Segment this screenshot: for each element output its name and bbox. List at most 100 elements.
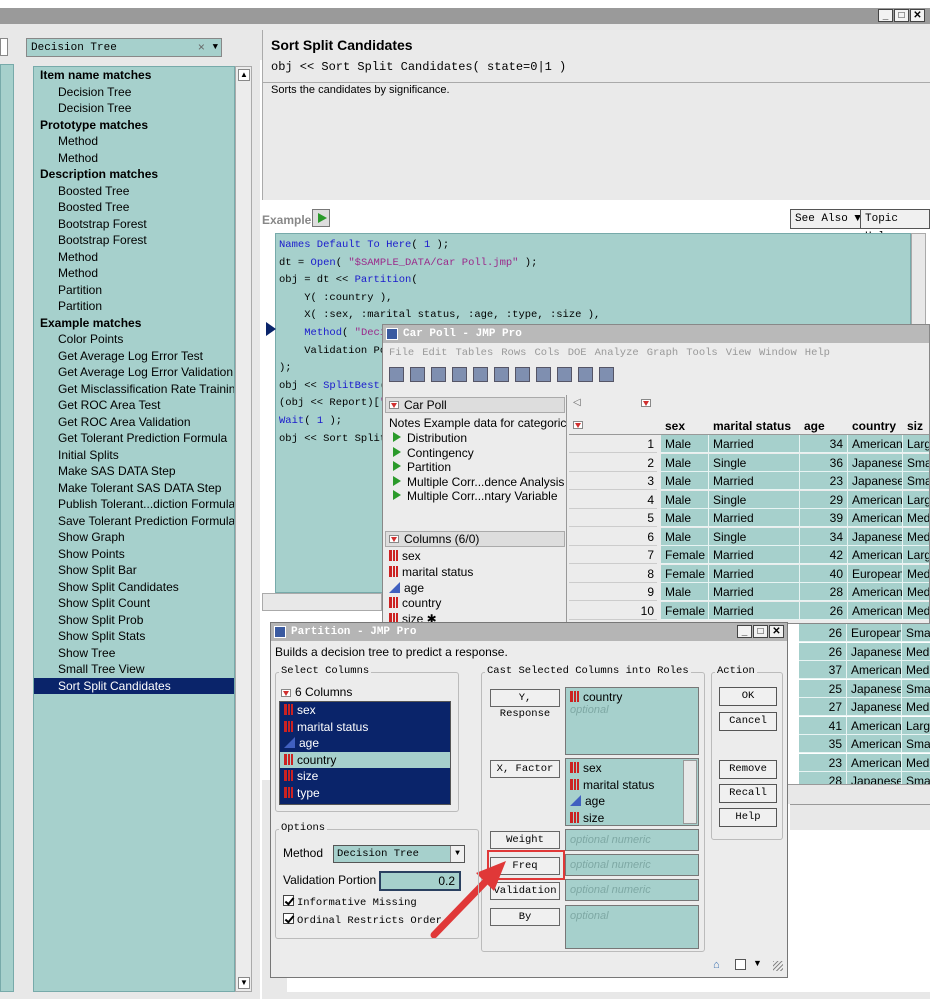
table-cell[interactable]: Medi <box>902 698 930 716</box>
table-cell[interactable]: 40 <box>800 564 848 583</box>
table-cell[interactable]: American <box>847 753 902 772</box>
table-cell[interactable]: Large <box>903 546 929 564</box>
table-cell[interactable]: 28 <box>800 583 848 601</box>
table-cell[interactable]: Married <box>709 564 800 583</box>
help-button[interactable]: Help <box>719 808 777 827</box>
table-cell[interactable]: American <box>847 735 902 753</box>
menu-graph[interactable]: Graph <box>647 347 679 359</box>
table-cell[interactable]: American <box>847 661 902 679</box>
table-cell[interactable]: American <box>848 435 903 453</box>
menu-analyze[interactable]: Analyze <box>595 347 639 359</box>
table-cell[interactable]: Medi <box>903 564 929 583</box>
index-item[interactable]: Small Tree View <box>34 661 234 678</box>
table-cell[interactable]: American <box>848 601 903 620</box>
disclosure-icon[interactable] <box>389 401 399 409</box>
table-cell[interactable]: American <box>848 490 903 509</box>
table-cell[interactable]: Male <box>661 583 709 601</box>
grid-column-header[interactable]: sex <box>665 419 685 433</box>
table-cell[interactable]: 35 <box>799 735 847 753</box>
home-icon[interactable]: ⌂ <box>713 959 720 971</box>
row-number[interactable]: 6 <box>569 527 657 546</box>
save-icon[interactable] <box>431 367 446 382</box>
menu-cols[interactable]: Cols <box>534 347 559 359</box>
row-number[interactable]: 5 <box>569 509 657 527</box>
table-cell[interactable]: Large <box>903 490 929 509</box>
index-item[interactable]: Show Split Candidates <box>34 579 234 596</box>
table-script[interactable]: Multiple Corr...dence Analysis <box>389 475 564 489</box>
x-factor-scrollbar[interactable] <box>683 760 697 824</box>
column-item[interactable]: country <box>389 596 441 610</box>
dialog-maximize-button[interactable]: □ <box>753 625 768 638</box>
row-number[interactable]: 8 <box>569 564 657 583</box>
table-cell[interactable]: Japanese <box>847 679 902 698</box>
table-cell[interactable]: 36 <box>800 453 848 472</box>
run-script-icon[interactable] <box>393 461 401 471</box>
table-cell[interactable]: Small <box>903 453 929 472</box>
weight-button[interactable]: Weight <box>490 831 560 849</box>
index-scrollbar[interactable]: ▲ ▼ <box>235 66 252 992</box>
column-item[interactable]: sex <box>389 549 421 563</box>
table-cell[interactable]: American <box>848 509 903 527</box>
index-item[interactable]: Decision Tree <box>34 84 234 101</box>
validation-box[interactable]: optional numeric <box>565 879 699 901</box>
index-item[interactable]: Get ROC Area Test <box>34 397 234 414</box>
red-triangle-icon[interactable] <box>641 399 651 407</box>
collapsed-panel-box[interactable] <box>0 38 8 56</box>
grid-column-header[interactable]: country <box>852 419 896 433</box>
table-cell[interactable]: Married <box>709 601 800 620</box>
table-cell[interactable]: Female <box>661 601 709 620</box>
table-script[interactable]: Distribution <box>389 431 467 445</box>
run-example-icon[interactable] <box>312 209 330 227</box>
index-item[interactable]: Bootstrap Forest <box>34 232 234 249</box>
row-number[interactable]: 2 <box>569 453 657 472</box>
table-icon[interactable] <box>536 367 551 382</box>
table-cell[interactable]: 26 <box>799 624 847 642</box>
index-item[interactable]: Make SAS DATA Step <box>34 463 234 480</box>
run-script-icon[interactable] <box>393 432 401 442</box>
table-cell[interactable]: Japanese <box>847 698 902 716</box>
table-script[interactable]: Contingency <box>389 446 474 460</box>
table-cell[interactable]: Male <box>661 435 709 453</box>
weight-box[interactable]: optional numeric <box>565 829 699 851</box>
menu-window[interactable]: Window <box>759 347 797 359</box>
index-item[interactable]: Show Split Count <box>34 595 234 612</box>
table-cell[interactable]: Medi <box>903 527 929 546</box>
index-item[interactable]: Show Split Prob <box>34 612 234 629</box>
index-item[interactable]: Show Points <box>34 546 234 563</box>
x-factor-box[interactable]: sex marital status age size <box>565 758 699 826</box>
index-item[interactable]: Decision Tree <box>34 100 234 117</box>
table-cell[interactable]: European <box>848 564 903 583</box>
y-response-box[interactable]: country optional <box>565 687 699 755</box>
table-cell[interactable]: 34 <box>800 435 848 453</box>
window-list-icon[interactable] <box>735 959 746 970</box>
collapse-triangle-icon[interactable]: ◁ <box>573 397 581 408</box>
index-item[interactable]: Show Split Stats <box>34 628 234 645</box>
table-cell[interactable]: European <box>847 624 902 642</box>
x-role-item[interactable]: age <box>570 794 694 811</box>
index-item[interactable]: Get ROC Area Validation <box>34 414 234 431</box>
index-item[interactable]: Sort Split Candidates <box>34 677 234 694</box>
index-item[interactable]: Method <box>34 150 234 167</box>
table-cell[interactable]: American <box>848 546 903 564</box>
index-item[interactable]: Get Misclassification Rate Training <box>34 381 234 398</box>
table-cell[interactable]: Medi <box>903 601 929 620</box>
row-number[interactable]: 3 <box>569 472 657 490</box>
index-item[interactable]: Bootstrap Forest <box>34 216 234 233</box>
table-cell[interactable]: Married <box>709 583 800 601</box>
x-factor-button[interactable]: X, Factor <box>490 760 560 778</box>
table-cell[interactable]: Male <box>661 453 709 472</box>
table-cell[interactable]: Japanese <box>848 453 903 472</box>
run-script-icon[interactable] <box>393 490 401 500</box>
scroll-up-icon[interactable]: ▲ <box>238 69 250 81</box>
table-cell[interactable]: Male <box>661 472 709 490</box>
table-cell[interactable]: American <box>847 716 902 735</box>
table-cell[interactable]: Married <box>709 472 800 490</box>
table-cell[interactable]: 25 <box>799 679 847 698</box>
index-item[interactable]: Show Graph <box>34 529 234 546</box>
menu-tools[interactable]: Tools <box>686 347 718 359</box>
validation-portion-input[interactable]: 0.2 <box>379 871 461 891</box>
method-select[interactable]: Decision Tree ▼ <box>333 845 465 863</box>
copy-icon[interactable] <box>473 367 488 382</box>
y-response-button[interactable]: Y, Response <box>490 689 560 720</box>
index-item[interactable]: Initial Splits <box>34 447 234 464</box>
